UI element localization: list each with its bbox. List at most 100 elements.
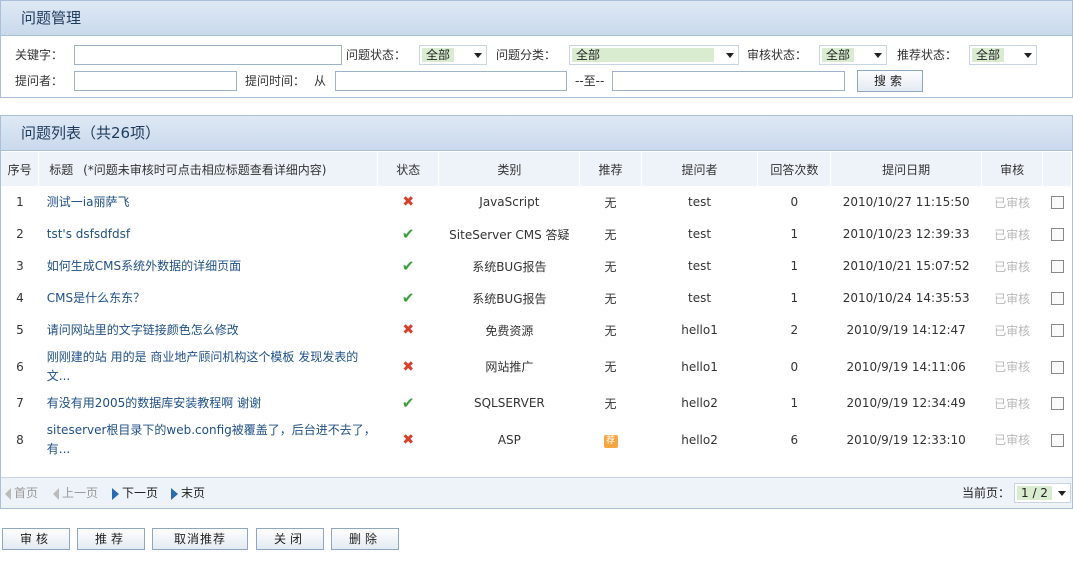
page-select[interactable]: 1 / 2: [1014, 483, 1071, 503]
row-recommend: 无: [604, 227, 617, 242]
row-title-link[interactable]: siteserver根目录下的web.config被覆盖了，后台进不去了，有..…: [39, 419, 378, 460]
search-panel: 问题管理 关键字： 问题状态： 全部 问题分类： 全部 审核状态： 全部 推荐状…: [0, 0, 1073, 98]
row-asker: test: [688, 259, 712, 273]
row-title-link[interactable]: 刚刚建的站 用的是 商业地产顾问机构这个模板 发现发表的文...: [39, 346, 378, 387]
row-select: [1043, 282, 1072, 314]
row-checkbox[interactable]: [1050, 228, 1064, 241]
row-checkbox[interactable]: [1050, 360, 1064, 374]
table-row: 2 tst's dsfsdfdsf ✔ SiteServer CMS 答疑 无 …: [1, 218, 1072, 250]
unrecommend-button[interactable]: 取消推荐: [152, 528, 248, 550]
audit-label: 审核状态：: [747, 48, 808, 62]
pager-prev-link[interactable]: 上一页: [53, 478, 98, 508]
keyword-input[interactable]: [74, 45, 342, 65]
col-asker: 提问者: [641, 152, 759, 186]
next-page-icon: [112, 487, 119, 500]
recommend-label: 推荐状态：: [897, 48, 958, 62]
page-select-value: 1 / 2: [1017, 486, 1052, 500]
row-title-link[interactable]: 请问网站里的文字链接颜色怎么修改: [39, 314, 378, 346]
row-checkbox[interactable]: [1050, 292, 1064, 305]
row-status: ✔: [377, 250, 439, 282]
row-answers: 1: [790, 396, 799, 410]
delete-button[interactable]: 删除: [331, 528, 399, 550]
row-answers: 1: [790, 227, 799, 241]
row-answers: 1: [790, 291, 799, 305]
row-checkbox[interactable]: [1050, 260, 1064, 273]
prev-page-icon: [53, 487, 59, 500]
row-answers: 6: [790, 432, 799, 447]
status-select[interactable]: 全部: [419, 45, 487, 65]
row-title-link[interactable]: tst's dsfsdfdsf: [39, 218, 378, 250]
category-select-value: 全部: [572, 48, 714, 62]
row-checkbox[interactable]: [1050, 324, 1064, 337]
recommend-select-value: 全部: [972, 48, 1005, 62]
row-title-link[interactable]: 测试一ia丽萨飞: [39, 186, 378, 218]
status-select-value: 全部: [422, 48, 455, 62]
row-seq: 8: [16, 432, 24, 447]
row-status: ✖: [377, 314, 439, 346]
row-category: 免费资源: [485, 323, 534, 338]
row-date: 2010/10/23 12:39:33: [842, 227, 970, 241]
row-answers: 0: [790, 359, 799, 374]
row-recommend: 无: [604, 360, 617, 374]
row-recommend: 无: [604, 195, 617, 210]
keyword-label: 关键字：: [15, 48, 64, 62]
row-select: [1043, 346, 1072, 387]
row-category: JavaScript: [479, 195, 540, 209]
row-audit: 已审核: [994, 396, 1031, 411]
audit-button[interactable]: 审核: [2, 528, 70, 550]
table-row: 6 刚刚建的站 用的是 商业地产顾问机构这个模板 发现发表的文... ✖ 网站推…: [1, 346, 1072, 387]
list-panel-title: 问题列表（共26项）: [1, 116, 1072, 151]
row-status: ✔: [377, 218, 439, 250]
row-category: 系统BUG报告: [472, 259, 547, 274]
row-asker: hello2: [681, 432, 718, 447]
row-title-link[interactable]: 如何生成CMS系统外数据的详细页面: [39, 250, 378, 282]
row-answers: 1: [790, 259, 799, 273]
row-select: [1043, 250, 1072, 282]
time-from-label: 从: [314, 74, 327, 88]
row-date: 2010/9/19 12:33:10: [846, 432, 966, 447]
close-button[interactable]: 关闭: [256, 528, 324, 550]
recommend-select[interactable]: 全部: [969, 45, 1037, 65]
pager-next-link[interactable]: 下一页: [112, 478, 158, 508]
row-asker: test: [688, 195, 712, 209]
row-recommend: 无: [604, 396, 617, 411]
row-checkbox[interactable]: [1050, 397, 1064, 410]
table-row: 1 测试一ia丽萨飞 ✖ JavaScript 无 test 0 2010/10…: [1, 186, 1072, 218]
list-panel: 问题列表（共26项） 序号 标题 (*问题未审核时可点击相应标题查看详细内容) …: [0, 115, 1073, 509]
first-page-icon: [5, 487, 11, 500]
cross-icon: ✖: [402, 431, 415, 448]
question-table: 序号 标题 (*问题未审核时可点击相应标题查看详细内容) 状态 类别 推荐 提问…: [1, 152, 1072, 460]
row-title-link[interactable]: 有没有用2005的数据库安装教程啊 谢谢: [39, 387, 378, 419]
pager-last-link[interactable]: 末页: [171, 478, 205, 508]
row-date: 2010/10/21 15:07:52: [842, 259, 970, 273]
recommend-button[interactable]: 推荐: [77, 528, 145, 550]
row-answers: 2: [790, 323, 799, 337]
row-audit: 已审核: [994, 259, 1031, 274]
category-select[interactable]: 全部: [569, 45, 739, 65]
time-to-input[interactable]: [612, 71, 845, 91]
col-seq: 序号: [1, 152, 40, 186]
row-audit: 已审核: [994, 227, 1031, 242]
pager-first-link[interactable]: 首页: [5, 478, 38, 508]
search-button[interactable]: 搜索: [857, 70, 923, 92]
row-category: ASP: [497, 432, 521, 447]
chevron-down-icon: [726, 53, 734, 58]
row-checkbox[interactable]: [1050, 196, 1064, 209]
time-from-input[interactable]: [335, 71, 567, 91]
row-date: 2010/9/19 12:34:49: [846, 396, 966, 410]
row-asker: hello1: [681, 323, 718, 337]
row-date: 2010/10/24 14:35:53: [842, 291, 970, 305]
table-row: 3 如何生成CMS系统外数据的详细页面 ✔ 系统BUG报告 无 test 1 2…: [1, 250, 1072, 282]
row-seq: 4: [16, 291, 24, 305]
asker-input[interactable]: [74, 71, 237, 91]
pager: 首页 上一页 下一页 末页 当前页： 1 / 2: [1, 477, 1072, 508]
row-checkbox[interactable]: [1050, 433, 1064, 447]
row-select: [1043, 387, 1072, 419]
row-title-link[interactable]: CMS是什么东东？: [39, 282, 378, 314]
table-row: 7 有没有用2005的数据库安装教程啊 谢谢 ✔ SQLSERVER 无 hel…: [1, 387, 1072, 419]
search-panel-title: 问题管理: [1, 1, 1072, 36]
audit-select[interactable]: 全部: [819, 45, 887, 65]
row-seq: 2: [16, 227, 24, 241]
row-seq: 6: [16, 359, 24, 374]
table-row: 5 请问网站里的文字链接颜色怎么修改 ✖ 免费资源 无 hello1 2 201…: [1, 314, 1072, 346]
